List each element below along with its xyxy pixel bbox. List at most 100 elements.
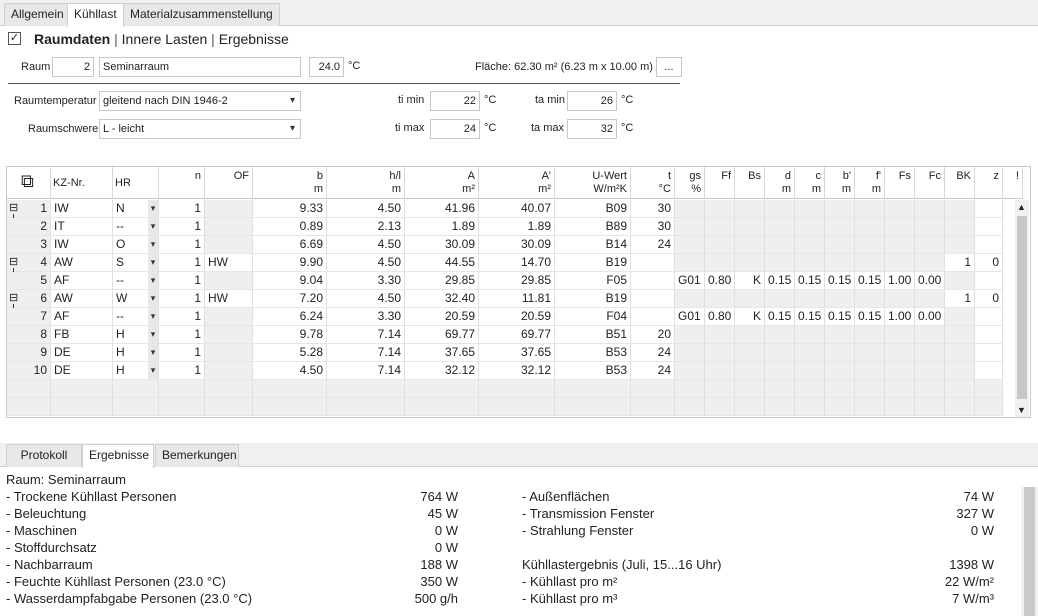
grid-cell[interactable] xyxy=(765,362,795,380)
grid-cell[interactable]: 8 xyxy=(7,326,51,344)
tamin-input[interactable]: 26 xyxy=(567,91,617,111)
grid-header-cell[interactable]: gs% xyxy=(675,167,705,199)
grid-cell[interactable]: 11.81 xyxy=(479,290,555,308)
grid-empty-cell[interactable] xyxy=(915,380,945,398)
grid-cell[interactable] xyxy=(675,362,705,380)
grid-header-cell[interactable]: dm xyxy=(765,167,795,199)
grid-cell[interactable] xyxy=(675,254,705,272)
grid-cell[interactable] xyxy=(765,254,795,272)
grid-cell[interactable]: G01 xyxy=(675,308,705,326)
link-innere-lasten[interactable]: Innere Lasten xyxy=(122,31,208,47)
grid-cell[interactable] xyxy=(825,200,855,218)
grid-cell[interactable]: 1.89 xyxy=(405,218,479,236)
grid-cell[interactable] xyxy=(795,254,825,272)
grid-header-cell[interactable]: OF xyxy=(205,167,253,199)
grid-cell[interactable] xyxy=(705,344,735,362)
grid-header-cell[interactable]: KZ-Nr. xyxy=(51,167,113,199)
grid-cell[interactable] xyxy=(945,200,975,218)
grid-header-cell[interactable]: f' m xyxy=(855,167,885,199)
grid-cell[interactable]: 2 xyxy=(7,218,51,236)
grid-header-cell[interactable]: t °C xyxy=(631,167,675,199)
raum-number-input[interactable]: 2 xyxy=(52,57,94,77)
grid-header-cell[interactable]: cm xyxy=(795,167,825,199)
grid-cell[interactable]: 7.14 xyxy=(327,326,405,344)
grid-cell[interactable] xyxy=(885,326,915,344)
grid-cell[interactable] xyxy=(885,218,915,236)
grid-cell[interactable]: 1.89 xyxy=(479,218,555,236)
grid-cell[interactable] xyxy=(825,326,855,344)
grid-cell[interactable] xyxy=(795,200,825,218)
grid-cell[interactable] xyxy=(675,200,705,218)
grid-cell[interactable]: 0.15 xyxy=(825,308,855,326)
grid-cell[interactable]: 0.00 xyxy=(915,272,945,290)
grid-empty-cell[interactable] xyxy=(765,398,795,416)
grid-cell[interactable]: 9.78 xyxy=(253,326,327,344)
grid-cell[interactable] xyxy=(825,218,855,236)
grid-empty-cell[interactable] xyxy=(765,380,795,398)
link-ergebnisse[interactable]: Ergebnisse xyxy=(219,31,289,47)
grid-cell[interactable]: AF xyxy=(51,308,113,326)
grid-scrollbar[interactable]: ▲ ▼ xyxy=(1015,200,1029,417)
grid-cell[interactable] xyxy=(795,362,825,380)
grid-cell[interactable] xyxy=(825,362,855,380)
grid-empty-cell[interactable] xyxy=(555,398,631,416)
grid-cell[interactable]: 20 xyxy=(631,326,675,344)
grid-cell[interactable] xyxy=(975,326,1003,344)
grid-cell[interactable] xyxy=(945,218,975,236)
grid-empty-cell[interactable] xyxy=(631,398,675,416)
dropdown-arrow-icon[interactable]: ▾ xyxy=(148,308,158,325)
grid-cell[interactable] xyxy=(705,290,735,308)
grid-cell[interactable] xyxy=(945,308,975,326)
grid-cell[interactable]: B53 xyxy=(555,344,631,362)
grid-cell[interactable]: 1 xyxy=(159,326,205,344)
grid-cell[interactable]: 0 xyxy=(975,290,1003,308)
grid-empty-cell[interactable] xyxy=(51,398,113,416)
grid-cell[interactable]: DE xyxy=(51,362,113,380)
grid-empty-cell[interactable] xyxy=(975,380,1003,398)
grid-cell[interactable] xyxy=(975,362,1003,380)
grid-cell[interactable]: 5.28 xyxy=(253,344,327,362)
grid-cell[interactable] xyxy=(735,344,765,362)
grid-cell[interactable]: 30 xyxy=(631,200,675,218)
grid-cell[interactable]: F05 xyxy=(555,272,631,290)
grid-cell[interactable] xyxy=(765,200,795,218)
grid-cell[interactable]: 4.50 xyxy=(327,254,405,272)
grid-cell[interactable]: 6.69 xyxy=(253,236,327,254)
grid-cell[interactable]: 37.65 xyxy=(405,344,479,362)
grid-cell[interactable] xyxy=(885,236,915,254)
grid-header-cell[interactable]: Ff xyxy=(705,167,735,199)
grid-cell[interactable] xyxy=(205,362,253,380)
grid-cell[interactable] xyxy=(765,218,795,236)
grid-empty-cell[interactable] xyxy=(51,380,113,398)
grid-header-cell[interactable]: Am² xyxy=(405,167,479,199)
dropdown-arrow-icon[interactable]: ▾ xyxy=(148,326,158,343)
dropdown-arrow-icon[interactable]: ▾ xyxy=(148,254,158,271)
grid-empty-cell[interactable] xyxy=(825,398,855,416)
grid-header-cell[interactable]: bm xyxy=(253,167,327,199)
grid-cell[interactable]: IW xyxy=(51,236,113,254)
grid-empty-cell[interactable] xyxy=(675,398,705,416)
grid-cell[interactable] xyxy=(675,218,705,236)
grid-cell[interactable]: 4.50 xyxy=(327,290,405,308)
grid-header-cell[interactable]: h/l m xyxy=(327,167,405,199)
grid-cell[interactable] xyxy=(915,290,945,308)
grid-cell[interactable] xyxy=(765,290,795,308)
grid-cell[interactable]: 4.50 xyxy=(327,200,405,218)
grid-cell[interactable]: 3.30 xyxy=(327,272,405,290)
grid-cell[interactable] xyxy=(915,362,945,380)
grid-cell[interactable]: 44.55 xyxy=(405,254,479,272)
grid-header-cell[interactable]: z xyxy=(975,167,1003,199)
grid-scroll-thumb[interactable] xyxy=(1017,216,1027,399)
grid-cell[interactable] xyxy=(705,236,735,254)
grid-cell[interactable] xyxy=(205,308,253,326)
grid-cell[interactable] xyxy=(765,236,795,254)
grid-cell[interactable]: 0.00 xyxy=(915,308,945,326)
grid-cell[interactable] xyxy=(735,254,765,272)
grid-header-cell[interactable]: A' m² xyxy=(479,167,555,199)
grid-cell[interactable]: 20.59 xyxy=(479,308,555,326)
grid-cell[interactable] xyxy=(885,254,915,272)
grid-cell[interactable]: 1 xyxy=(159,344,205,362)
grid-empty-cell[interactable] xyxy=(735,398,765,416)
grid-cell[interactable]: 40.07 xyxy=(479,200,555,218)
grid-cell[interactable] xyxy=(735,200,765,218)
